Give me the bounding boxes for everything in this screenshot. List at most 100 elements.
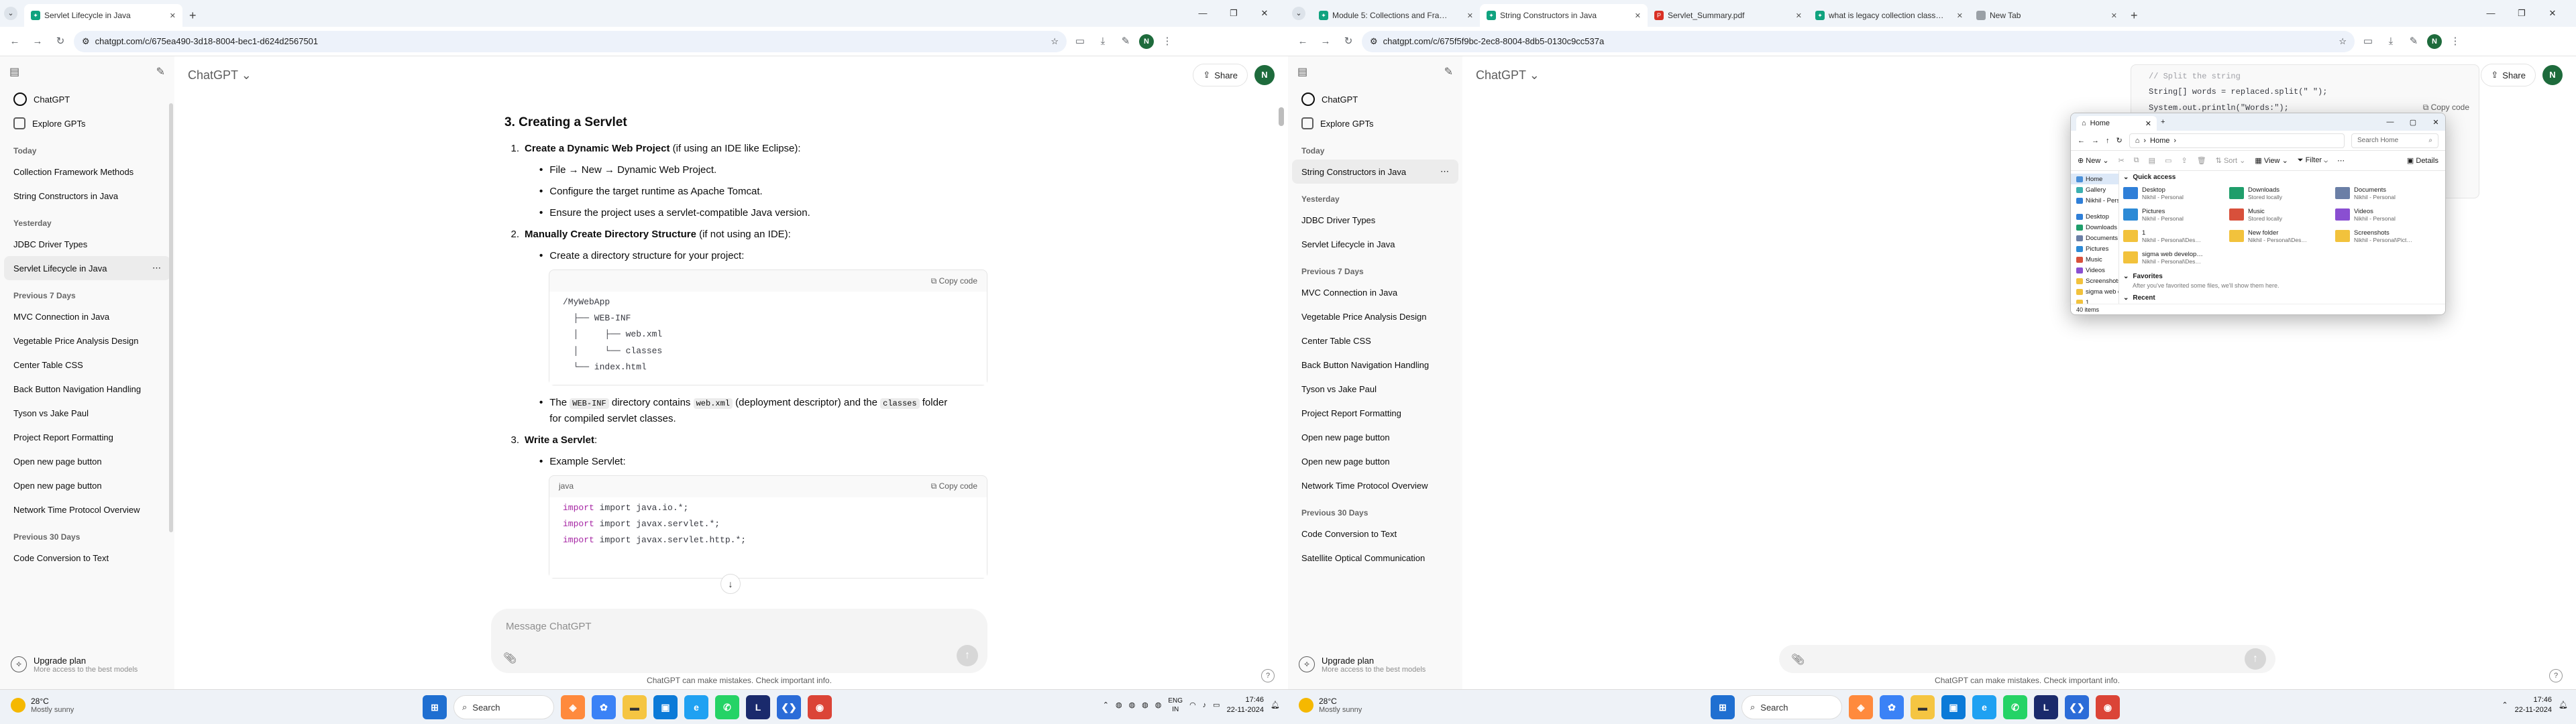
clock[interactable]: 17:46 22-11-2024 <box>1227 695 1264 715</box>
more-icon[interactable]: ⋯ <box>2337 156 2345 165</box>
quick-access-header[interactable]: ⌄ Quick access <box>2123 171 2441 183</box>
reload-icon[interactable]: ↻ <box>1339 32 1358 51</box>
view-button[interactable]: ▦ View ⌄ <box>2255 156 2288 165</box>
sidebar-chat-item[interactable]: MVC Connection in Java <box>1292 280 1458 304</box>
sidebar-toggle-icon[interactable]: ▤ <box>9 65 19 78</box>
attach-icon[interactable]: 📎︎ <box>1791 653 1805 666</box>
wifi-icon[interactable]: ◠ <box>1189 701 1196 709</box>
sidepanel-icon[interactable]: ▭ <box>1071 32 1089 51</box>
sidebar-chat-item[interactable]: Project Report Formatting <box>4 425 170 449</box>
more-options-icon[interactable]: ⋯ <box>152 263 161 274</box>
sidebar-chat-item[interactable]: Vegetable Price Analysis Design <box>4 328 170 353</box>
quick-access-item[interactable]: Screenshots Nikhil - Personal\Pict… <box>2335 226 2441 246</box>
model-selector[interactable]: ChatGPT ⌄ <box>188 68 252 82</box>
extensions-icon[interactable]: ✎ <box>1116 32 1135 51</box>
sidebar-chat-item[interactable]: Network Time Protocol Overview <box>1292 473 1458 497</box>
nav-item[interactable]: sigma web devl <box>2071 286 2118 297</box>
close-tab-icon[interactable]: ✕ <box>1796 11 1802 20</box>
sidebar-chat-item[interactable]: Tyson vs Jake Paul <box>4 401 170 425</box>
menu-icon[interactable]: ⋮ <box>1158 32 1177 51</box>
nav-item[interactable]: Pictures <box>2071 243 2118 254</box>
bookmark-star-icon[interactable]: ☆ <box>2339 36 2347 47</box>
sidebar-toggle-icon[interactable]: ▤ <box>1297 65 1307 78</box>
notification-icon[interactable]: 🔔︎ <box>1271 701 1280 709</box>
weather-widget[interactable]: 28°C Mostly sunny <box>1299 697 1362 714</box>
profile-avatar[interactable]: N <box>2427 34 2442 49</box>
share-button[interactable]: ⇪ Share <box>2481 64 2536 86</box>
browser-tab[interactable]: New Tab ✕ <box>1970 4 2124 27</box>
quick-access-item[interactable]: 1 Nikhil - Personal\Des… <box>2123 226 2229 246</box>
sidebar-scrollbar[interactable] <box>169 103 173 532</box>
new-tab-button[interactable]: + <box>2124 4 2145 27</box>
explorer-tab[interactable]: ⌂ Home ✕ <box>2076 116 2157 131</box>
quick-access-item[interactable]: New folder Nikhil - Personal\Des… <box>2229 226 2335 246</box>
browser-tab[interactable]: ✦ Servlet Lifecycle in Java ✕ <box>24 4 182 27</box>
sidebar-chat-item[interactable]: Servlet Lifecycle in Java ⋯ <box>4 256 170 280</box>
edge-icon[interactable]: e <box>1972 695 1996 719</box>
edge-icon[interactable]: e <box>684 695 708 719</box>
copy-code-button[interactable]: ⧉ Copy code <box>931 275 977 288</box>
quick-access-item[interactable]: Downloads Stored locally <box>2229 183 2335 203</box>
close-window-icon[interactable]: ✕ <box>2426 118 2445 127</box>
sidebar-item-chatgpt[interactable]: ChatGPT <box>1292 87 1458 111</box>
help-icon[interactable]: ? <box>1261 669 1275 682</box>
sidebar-chat-item[interactable]: Open new page button <box>1292 449 1458 473</box>
close-window-icon[interactable]: ✕ <box>1249 4 1280 23</box>
user-avatar[interactable]: N <box>1254 65 1275 85</box>
sidebar-chat-item[interactable]: String Constructors in Java <box>4 184 170 208</box>
nav-item[interactable]: Downloads <box>2071 222 2118 233</box>
minimize-icon[interactable]: — <box>1187 4 1218 23</box>
minimize-icon[interactable]: — <box>2475 4 2506 23</box>
close-tab-icon[interactable]: ✕ <box>170 11 176 20</box>
nav-item[interactable]: Documents <box>2071 233 2118 243</box>
refresh-icon[interactable]: ↻ <box>2116 136 2123 145</box>
sidebar-chat-item[interactable]: Center Table CSS <box>1292 328 1458 353</box>
nav-item[interactable]: Desktop <box>2071 211 2118 222</box>
new-button[interactable]: ⊕ New ⌄ <box>2078 156 2109 165</box>
tray-app-icon[interactable]: ◍ <box>1142 701 1148 709</box>
forward-icon[interactable]: → <box>2092 137 2099 145</box>
widgets-icon[interactable]: ◈ <box>561 695 585 719</box>
chevron-up-icon[interactable]: ⌃ <box>2502 701 2508 709</box>
sidebar-chat-item[interactable]: String Constructors in Java ⋯ <box>1292 160 1458 184</box>
sidepanel-icon[interactable]: ▭ <box>2359 32 2377 51</box>
tab-search-icon[interactable]: ⌄ <box>4 7 17 20</box>
start-icon[interactable]: ⊞ <box>423 695 447 719</box>
copilot-icon[interactable]: ✿ <box>1880 695 1904 719</box>
message-composer[interactable]: Message ChatGPT 📎︎ ↑ <box>491 609 987 673</box>
sort-button[interactable]: ⇅ Sort ⌄ <box>2216 156 2246 165</box>
attach-icon[interactable]: 📎︎ <box>503 652 517 665</box>
new-chat-icon[interactable]: ✎ <box>156 65 165 78</box>
minimize-icon[interactable]: — <box>2381 118 2400 126</box>
sidebar-item-explore-gpts[interactable]: Explore GPTs <box>4 111 170 135</box>
upgrade-plan-button[interactable]: ✧ Upgrade plan More access to the best mo… <box>1292 645 1458 684</box>
sidebar-chat-item[interactable]: Center Table CSS <box>4 353 170 377</box>
sidebar-chat-item[interactable]: Tyson vs Jake Paul <box>1292 377 1458 401</box>
back-icon[interactable]: ← <box>2078 137 2085 145</box>
back-icon[interactable]: ← <box>5 32 24 51</box>
taskbar-search[interactable]: ⌕ Search <box>1741 695 1842 719</box>
nav-item[interactable]: Home <box>2071 174 2118 184</box>
nav-item[interactable]: Screenshots <box>2071 276 2118 286</box>
filter-button[interactable]: ⏷ Filter ⌄ <box>2298 156 2328 165</box>
chevron-up-icon[interactable]: ⌃ <box>1103 701 1109 709</box>
chrome-icon[interactable]: ◉ <box>2096 695 2120 719</box>
tray-app-icon[interactable]: ◍ <box>1129 701 1136 709</box>
start-icon[interactable]: ⊞ <box>1711 695 1735 719</box>
share-button[interactable]: ⇪ Share <box>1193 64 1248 86</box>
copy-code-button[interactable]: ⧉ Copy code <box>2423 103 2469 113</box>
send-button[interactable]: ↑ <box>2245 648 2266 670</box>
new-chat-icon[interactable]: ✎ <box>1444 65 1453 78</box>
sidebar-chat-item[interactable]: JDBC Driver Types <box>4 232 170 256</box>
scroll-down-button[interactable]: ↓ <box>720 574 741 594</box>
nav-item[interactable]: Music <box>2071 254 2118 265</box>
sidebar-item-explore-gpts[interactable]: Explore GPTs <box>1292 111 1458 135</box>
browser-tab[interactable]: ✦ String Constructors in Java ✕ <box>1480 4 1648 27</box>
bookmark-star-icon[interactable]: ☆ <box>1051 36 1059 47</box>
share-icon[interactable]: ⇪ <box>2181 156 2187 165</box>
copy-code-button[interactable]: ⧉ Copy code <box>931 480 977 493</box>
close-tab-icon[interactable]: ✕ <box>1957 11 1963 20</box>
send-button[interactable]: ↑ <box>957 645 978 666</box>
close-tab-icon[interactable]: ✕ <box>2111 11 2117 20</box>
sidebar-chat-item[interactable]: JDBC Driver Types <box>1292 208 1458 232</box>
